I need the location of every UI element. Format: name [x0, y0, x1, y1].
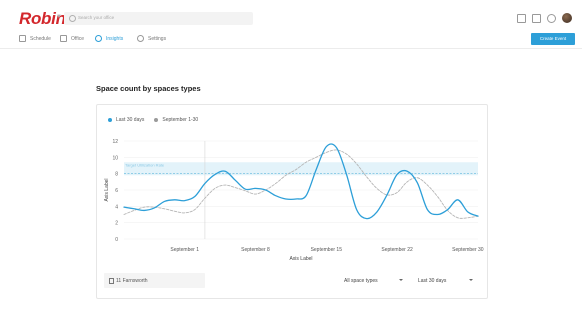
tab-insights[interactable]: Insights [95, 35, 123, 42]
tab-label: Schedule [30, 35, 51, 42]
location-label: 11 Farnsworth [116, 277, 148, 284]
chevron-down-icon[interactable]: ▼ [56, 14, 62, 20]
top-bar: Robin ▼ Search your office [0, 0, 582, 30]
x-tick-label: September 30 [452, 247, 484, 253]
search-input[interactable]: Search your office [64, 12, 253, 25]
tab-label: Office [71, 35, 84, 42]
tab-label: Settings [148, 35, 167, 42]
insights-icon [95, 35, 102, 42]
x-tick-label: September 8 [241, 247, 270, 253]
building-icon [60, 35, 67, 42]
tab-label: Insights [106, 35, 124, 42]
series-line-september-1-30 [123, 149, 479, 219]
y-tick-label: 8 [115, 172, 118, 178]
tab-settings[interactable]: Settings [137, 35, 166, 42]
x-tick-label: September 15 [311, 247, 343, 253]
x-tick-label: September 1 [170, 247, 199, 253]
date-range-value: Last 30 days [418, 277, 447, 284]
nav-bar: Schedule Office Insights Settings [0, 30, 582, 49]
create-event-button[interactable]: Create Event [531, 33, 575, 45]
search-placeholder: Search your office [78, 15, 115, 20]
calendar-icon[interactable] [517, 13, 526, 23]
gift-icon[interactable] [532, 13, 541, 23]
tab-office[interactable]: Office [60, 35, 84, 42]
help-icon[interactable] [547, 13, 556, 23]
chevron-down-icon [399, 279, 403, 281]
chevron-down-icon [469, 279, 473, 281]
y-tick-label: 6 [115, 188, 118, 194]
line-chart: 0 2 4 6 8 10 12 Target Utilization Rate Septembe… [104, 139, 484, 262]
space-type-value: All space types [344, 277, 378, 284]
search-icon [69, 15, 76, 22]
series-line-last-30-days [123, 143, 479, 220]
y-tick-label: 10 [112, 155, 118, 161]
location-selector[interactable]: 11 Farnsworth [104, 273, 205, 288]
page-title: Space count by spaces types [96, 84, 201, 93]
y-tick-label: 12 [112, 139, 118, 145]
target-label: Target Utilization Rate [125, 163, 165, 168]
y-axis-label: Axis Label [104, 178, 110, 201]
top-icons [517, 13, 572, 23]
avatar[interactable] [562, 13, 572, 23]
date-range-select[interactable]: Last 30 days [412, 273, 478, 288]
y-tick-label: 0 [115, 237, 118, 243]
tab-schedule[interactable]: Schedule [19, 35, 51, 42]
chart-filters: 11 Farnsworth All space types Last 30 da… [104, 273, 484, 288]
y-tick-label: 2 [115, 221, 118, 227]
x-axis-label: Axis Label [289, 256, 312, 262]
gear-icon [137, 35, 144, 42]
space-type-select[interactable]: All space types [338, 273, 408, 288]
calendar-icon [19, 35, 26, 42]
building-icon [109, 278, 114, 284]
x-tick-label: September 22 [381, 247, 413, 253]
y-tick-label: 4 [115, 204, 118, 210]
